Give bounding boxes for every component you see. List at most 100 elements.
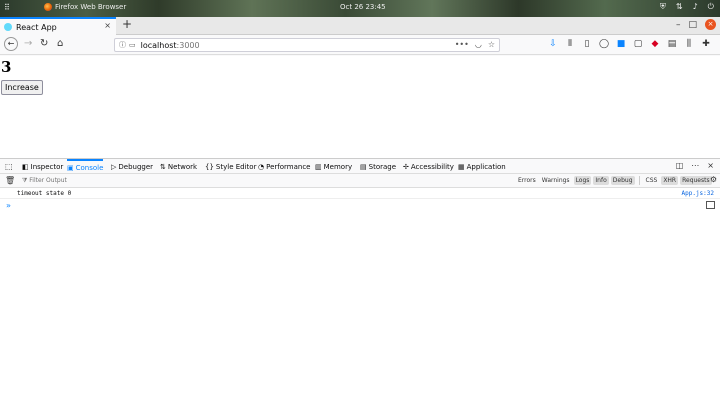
url-host: localhost <box>140 40 177 50</box>
shield-icon[interactable]: ⛨ <box>660 2 666 12</box>
extension-red-icon[interactable]: ◆ <box>650 39 660 49</box>
forward-icon[interactable]: → <box>24 38 32 49</box>
more-tools-icon[interactable]: ⫼ <box>684 39 694 49</box>
page-content: 3 Increase <box>0 56 720 158</box>
site-info-icon[interactable]: ⓘ <box>119 40 126 50</box>
console-prompt[interactable]: » <box>6 201 11 210</box>
log-source-link[interactable]: App.js:32 <box>681 190 714 197</box>
storage-icon: ▤ <box>360 162 367 171</box>
back-icon[interactable]: ← <box>4 37 18 51</box>
tab-performance[interactable]: ◔ Performance <box>258 159 310 174</box>
tab-storage[interactable]: ▤ Storage <box>360 159 396 174</box>
bookmark-star-icon[interactable]: ☆ <box>488 40 495 49</box>
tab-title: React App <box>16 22 57 32</box>
style-editor-icon: {} <box>205 162 214 171</box>
console-log-row: timeout state 0 App.js:32 <box>0 188 720 199</box>
tab-close-icon[interactable]: × <box>104 21 111 30</box>
page-actions-icon[interactable]: ••• <box>455 40 469 49</box>
library-icon[interactable]: ⫴ <box>565 39 575 49</box>
log-levels: Errors Warnings Logs Info Debug CSS XHR … <box>516 176 712 185</box>
nav-bar: ← → ↻ ⌂ ⓘ ▭ localhost:3000 ••• ◡ ☆ ⇩ ⫴ ▯… <box>0 35 720 55</box>
tab-memory[interactable]: ▥ Memory <box>315 159 352 174</box>
url-actions: ••• ◡ ☆ <box>455 40 495 49</box>
os-top-bar: ⠿ Firefox Web Browser Oct 26 23:45 ⛨ ⇅ ♪… <box>0 0 720 17</box>
tab-style-editor[interactable]: {} Style Editor <box>205 159 256 174</box>
filter-css[interactable]: CSS <box>644 176 660 185</box>
reload-icon[interactable]: ↻ <box>40 38 48 49</box>
power-icon[interactable]: ⏻ <box>708 2 714 12</box>
tab-strip: React App × + – □ × <box>0 17 720 35</box>
screen: ⠿ Firefox Web Browser Oct 26 23:45 ⛨ ⇅ ♪… <box>0 0 720 400</box>
tab-console[interactable]: ▣ Console <box>67 159 104 174</box>
filter-requests[interactable]: Requests <box>680 176 712 185</box>
tab-label: Storage <box>368 162 397 171</box>
increase-button[interactable]: Increase <box>1 80 43 95</box>
app-name: Firefox Web Browser <box>55 3 127 11</box>
level-debug[interactable]: Debug <box>610 176 635 185</box>
pocket-icon[interactable]: ◡ <box>475 40 482 49</box>
split-console-icon[interactable] <box>706 201 715 209</box>
tab-label: Application <box>466 162 506 171</box>
volume-icon[interactable]: ♪ <box>693 2 698 12</box>
downloads-icon[interactable]: ⇩ <box>548 39 558 49</box>
minimize-icon[interactable]: – <box>676 20 681 30</box>
level-warnings[interactable]: Warnings <box>540 176 572 185</box>
extension-gray-icon[interactable]: ▤ <box>667 39 677 49</box>
level-info[interactable]: Info <box>593 176 609 185</box>
console-icon: ▣ <box>67 163 74 172</box>
url-bar[interactable]: ⓘ ▭ localhost:3000 ••• ◡ ☆ <box>114 38 500 52</box>
devtools-close-icon[interactable]: × <box>707 161 714 170</box>
activities-icon[interactable]: ⠿ <box>4 3 10 12</box>
level-logs[interactable]: Logs <box>573 176 592 185</box>
tab-label: Style Editor <box>215 162 257 171</box>
maximize-icon[interactable]: □ <box>688 20 697 30</box>
divider <box>638 176 640 185</box>
memory-icon: ▥ <box>315 162 322 171</box>
app-menu[interactable]: Firefox Web Browser <box>44 3 126 11</box>
clock[interactable]: Oct 26 23:45 <box>340 3 386 11</box>
tab-label: Inspector <box>30 162 64 171</box>
window-controls: – □ × <box>676 19 716 30</box>
extension-badge-icon[interactable]: ■ <box>616 39 626 49</box>
devtools-menu-icon[interactable]: ⋯ <box>691 161 699 170</box>
tab-label: Network <box>167 162 198 171</box>
console-filter-bar: 🗑 ⧩ Filter Output Errors Warnings Logs I… <box>0 174 720 188</box>
level-errors[interactable]: Errors <box>516 176 538 185</box>
filter-xhr[interactable]: XHR <box>661 176 679 185</box>
performance-icon: ◔ <box>258 162 265 171</box>
tab-application[interactable]: ▦ Application <box>458 159 506 174</box>
extension-icon[interactable]: ▢ <box>633 39 643 49</box>
network-icon[interactable]: ⇅ <box>676 2 683 12</box>
page-icon: ▭ <box>129 41 136 49</box>
devtools-controls: ◫ ⋯ × <box>676 161 714 170</box>
log-message: timeout state 0 <box>17 190 72 197</box>
devtools-tabbar: ⬚ ◧ Inspector ▣ Console ▷ Debugger ⇅ Net… <box>0 158 720 174</box>
pick-element-icon[interactable]: ⬚ <box>5 159 13 174</box>
filter-input[interactable]: ⧩ Filter Output <box>22 177 67 185</box>
dock-icon[interactable]: ◫ <box>676 161 684 170</box>
counter-value: 3 <box>1 58 12 76</box>
new-tab-button[interactable]: + <box>122 17 132 31</box>
settings-gear-icon[interactable]: ⚙ <box>710 175 717 184</box>
firefox-icon <box>44 3 52 11</box>
react-favicon-icon <box>4 23 12 31</box>
tab-debugger[interactable]: ▷ Debugger <box>111 159 153 174</box>
network-icon: ⇅ <box>160 162 166 171</box>
home-icon[interactable]: ⌂ <box>57 38 63 49</box>
tab-network[interactable]: ⇅ Network <box>160 159 197 174</box>
tab-inspector[interactable]: ◧ Inspector <box>22 159 63 174</box>
debugger-icon: ▷ <box>111 162 117 171</box>
tab-label: Performance <box>266 162 311 171</box>
tab-react-app[interactable]: React App × <box>0 17 116 35</box>
extensions-icon[interactable]: ✚ <box>701 39 711 49</box>
tab-accessibility[interactable]: ✢ Accessibility <box>403 159 454 174</box>
system-tray: ⛨ ⇅ ♪ ⏻ <box>660 2 714 12</box>
window-close-icon[interactable]: × <box>705 19 716 30</box>
tab-label: Console <box>75 163 104 172</box>
trash-icon[interactable]: 🗑 <box>5 176 15 185</box>
account-icon[interactable]: ◯ <box>599 39 609 49</box>
sidebar-icon[interactable]: ▯ <box>582 39 592 49</box>
filter-icon: ⧩ <box>22 177 28 184</box>
filter-placeholder: Filter Output <box>29 177 67 184</box>
tab-label: Accessibility <box>410 162 454 171</box>
